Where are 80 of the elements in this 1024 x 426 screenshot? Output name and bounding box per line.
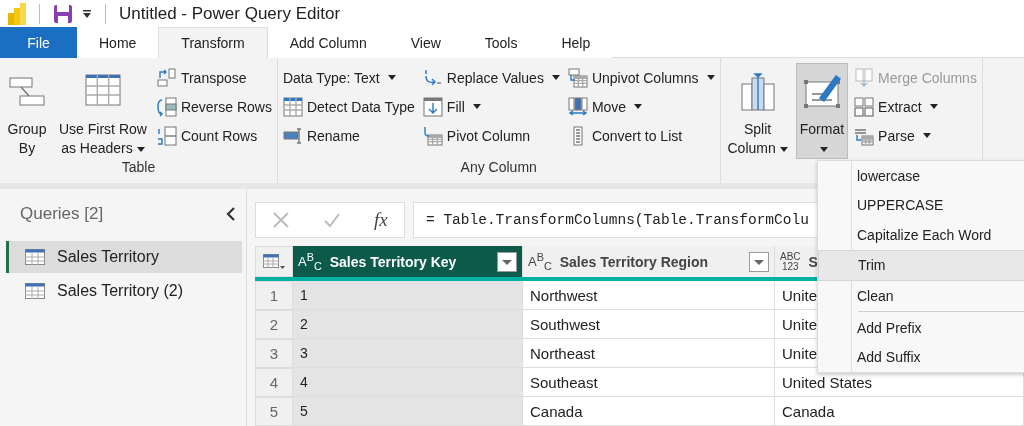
unpivot-icon — [567, 67, 588, 88]
ribbon-tab[interactable]: File — [0, 27, 77, 58]
ribbon-button[interactable]: Group By — [3, 63, 51, 159]
query-item[interactable]: Sales Territory (2) — [6, 275, 242, 307]
table-cell: 3 — [293, 339, 523, 368]
group-label: Table — [120, 159, 157, 177]
ribbon-button[interactable]: Rename — [280, 121, 417, 150]
row-number: 5 — [255, 397, 293, 426]
window-title: Untitled - Power Query Editor — [119, 3, 341, 24]
query-item[interactable]: Sales Territory — [6, 241, 242, 273]
count-rows-icon — [156, 125, 177, 146]
ribbon-button[interactable]: Parse — [852, 121, 979, 150]
pane-title: Queries [2] — [20, 204, 104, 224]
caret-icon — [387, 75, 396, 80]
row-number: 3 — [255, 339, 293, 368]
rename-icon — [282, 125, 303, 146]
merge-columns-icon — [854, 67, 875, 88]
bar-chart-logo-icon — [8, 2, 26, 25]
ribbon-button[interactable]: Extract — [852, 92, 979, 121]
ribbon-button[interactable]: Split Column — [723, 63, 792, 159]
transpose-icon — [156, 67, 177, 88]
caret-icon — [922, 133, 931, 138]
table-cell: 5 — [293, 397, 523, 426]
ribbon-button[interactable]: Reverse Rows — [154, 92, 274, 121]
fill-down-icon — [422, 96, 443, 117]
table-cell: Southwest — [523, 310, 775, 339]
ribbon-button[interactable]: Use First Row as Headers — [55, 63, 151, 159]
move-columns-icon — [567, 96, 588, 117]
ribbon-button[interactable]: Unpivot Columns — [565, 63, 717, 92]
type-indicator[interactable]: ABC 123 — [780, 251, 801, 272]
caret-icon — [634, 104, 643, 109]
collapse-icon[interactable] — [226, 207, 236, 221]
extract-icon — [854, 96, 875, 117]
column-header[interactable]: A$^{B}$$_{C}$ Sales Territory Region — [523, 246, 775, 277]
ribbon-tab[interactable]: Transform — [158, 27, 268, 58]
ribbon-button[interactable]: Convert to List — [565, 121, 717, 150]
caret-icon — [551, 75, 560, 80]
caret-icon — [136, 146, 145, 152]
table-cell: Canada — [523, 397, 775, 426]
row-number: 4 — [255, 368, 293, 397]
menu-item[interactable]: lowercase — [818, 161, 1024, 191]
function-button[interactable]: fx — [373, 209, 388, 231]
table-icon — [25, 249, 45, 265]
ribbon-button[interactable]: Move — [565, 92, 717, 121]
row-number: 1 — [255, 281, 293, 310]
customize-dropdown-icon[interactable] — [82, 8, 92, 19]
caret-icon — [779, 146, 788, 152]
table-cell: 4 — [293, 368, 523, 397]
filter-dropdown-icon[interactable] — [749, 251, 769, 272]
replace-icon — [422, 67, 443, 88]
ribbon-button[interactable]: Replace Values — [420, 63, 562, 92]
check-icon[interactable] — [323, 211, 342, 229]
pivot-icon — [422, 125, 443, 146]
table-cell: Northeast — [523, 339, 775, 368]
table-cell: Northwest — [523, 281, 775, 310]
caret-icon — [472, 104, 481, 109]
table-cell: Canada — [775, 397, 1024, 426]
row-number: 2 — [255, 310, 293, 339]
reverse-rows-icon — [156, 96, 177, 117]
ribbon-button[interactable]: Format — [795, 63, 849, 159]
ribbon-button[interactable]: Fill — [420, 92, 562, 121]
column-header[interactable]: A$^{B}$$_{C}$ Sales Territory Key — [293, 246, 523, 277]
caret-icon — [929, 104, 938, 109]
ribbon-button[interactable]: Data Type: Text — [280, 63, 417, 92]
data-type-icon — [282, 96, 303, 117]
caret-icon — [706, 75, 715, 80]
table-icon — [25, 283, 45, 299]
table-cell: Southeast — [523, 368, 775, 397]
filter-dropdown-icon[interactable] — [497, 251, 517, 272]
ribbon-button[interactable]: Count Rows — [154, 121, 274, 150]
menu-item[interactable]: Trim — [818, 249, 1024, 281]
ribbon-button[interactable]: Transpose — [154, 63, 274, 92]
table-cell: 2 — [293, 310, 523, 339]
caret-icon — [819, 146, 828, 152]
ribbon-button[interactable]: Pivot Column — [420, 121, 562, 150]
table-cell: 1 — [293, 281, 523, 310]
table-menu-icon[interactable] — [263, 253, 285, 270]
menu-item[interactable]: Clean — [818, 281, 1024, 311]
ribbon-button[interactable]: Detect Data Type — [280, 92, 417, 121]
group-label: Any Column — [459, 159, 538, 177]
